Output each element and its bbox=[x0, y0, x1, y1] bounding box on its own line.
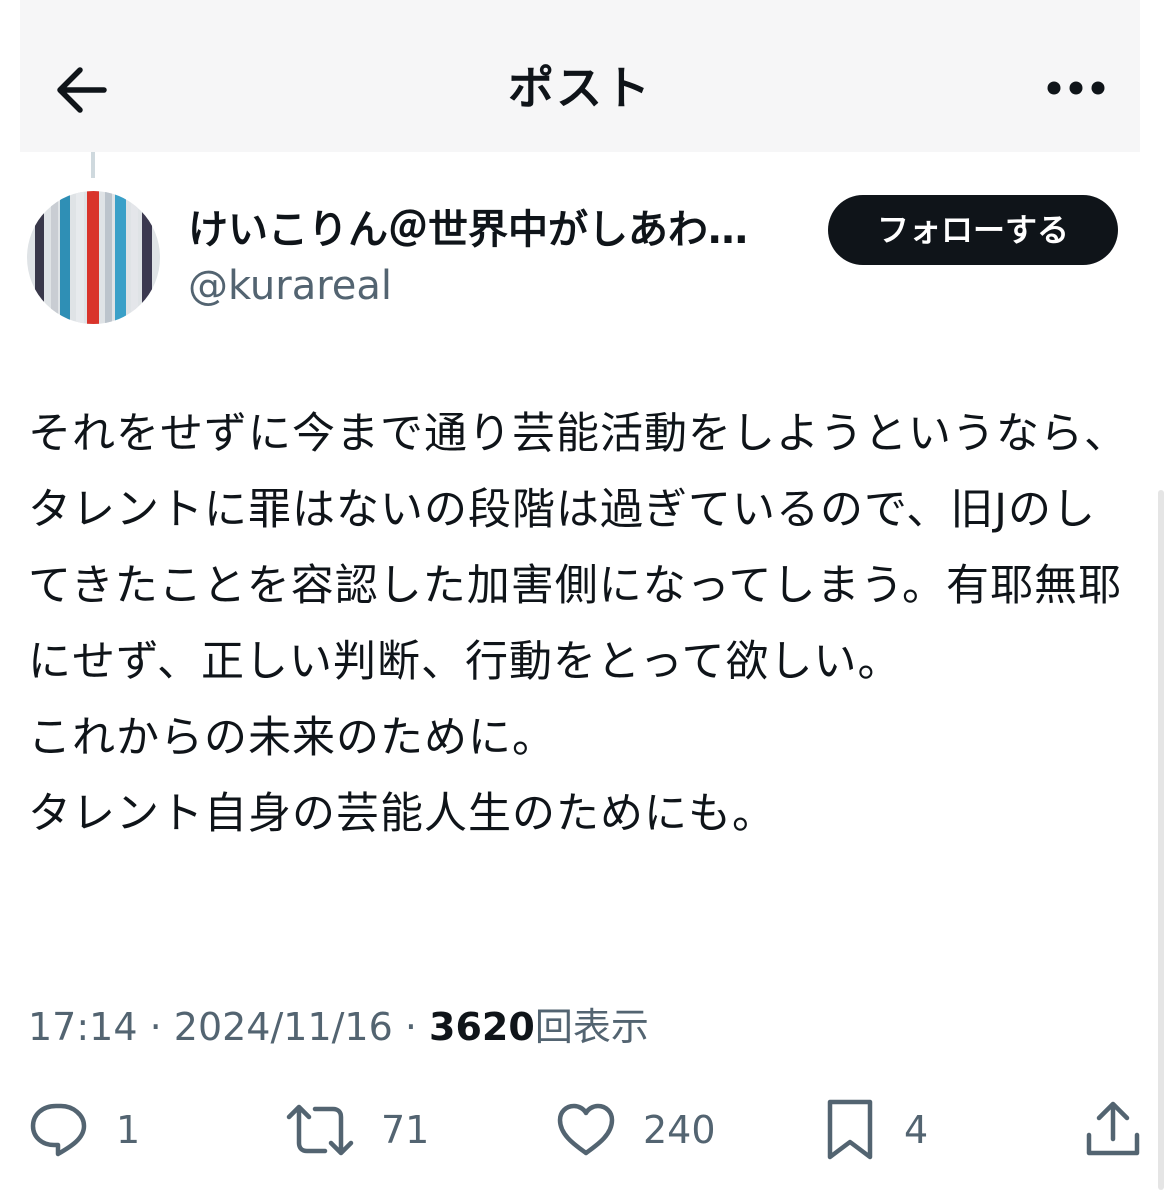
post-paragraph: これからの未来のために。 bbox=[28, 713, 556, 763]
bookmark-button[interactable]: 4 bbox=[822, 1090, 928, 1170]
action-bar: 1 71 240 4 bbox=[0, 1090, 1170, 1170]
page-title: ポスト bbox=[508, 61, 652, 115]
display-name[interactable]: けいこりん＠世界中がしあわ… bbox=[188, 200, 798, 260]
reply-icon bbox=[30, 1103, 87, 1157]
repost-count: 71 bbox=[381, 1108, 430, 1152]
meta-separator: · bbox=[392, 1005, 430, 1049]
reply-count: 1 bbox=[116, 1108, 141, 1152]
post-text: それをせずに今まで通り芸能活動をしようというなら、タレントに罪はないの段階は過ぎ… bbox=[28, 396, 1133, 852]
meta-separator: · bbox=[137, 1005, 174, 1049]
user-handle[interactable]: @kurareal bbox=[188, 258, 392, 314]
avatar[interactable] bbox=[27, 191, 160, 324]
post-time[interactable]: 17:14 bbox=[28, 1005, 138, 1049]
share-icon bbox=[1086, 1101, 1140, 1156]
more-horizontal-icon bbox=[1047, 81, 1105, 95]
post-paragraph: それをせずに今まで通り芸能活動をしようというなら、タレントに罪はないの段階は過ぎ… bbox=[28, 409, 1128, 687]
thread-connector-line bbox=[91, 152, 95, 178]
share-button[interactable] bbox=[1083, 1090, 1143, 1170]
scrollbar[interactable] bbox=[1158, 490, 1164, 1190]
repost-icon bbox=[286, 1104, 354, 1156]
post-date[interactable]: 2024/11/16 bbox=[174, 1005, 393, 1049]
view-count: 3620 bbox=[429, 1005, 535, 1049]
repost-button[interactable]: 71 bbox=[285, 1090, 429, 1170]
like-button[interactable]: 240 bbox=[555, 1090, 716, 1170]
bookmark-count: 4 bbox=[904, 1108, 929, 1152]
reply-button[interactable]: 1 bbox=[28, 1090, 140, 1170]
post-meta: 17:14 · 2024/11/16 · 3620回表示 bbox=[28, 998, 649, 1056]
follow-button[interactable]: フォローする bbox=[828, 195, 1118, 265]
view-count-label: 回表示 bbox=[534, 1005, 649, 1049]
heart-icon bbox=[557, 1103, 615, 1156]
post-paragraph: タレント自身の芸能人生のためにも。 bbox=[28, 789, 776, 839]
bookmark-icon bbox=[827, 1099, 873, 1160]
more-button[interactable] bbox=[1044, 64, 1108, 112]
like-count: 240 bbox=[643, 1108, 716, 1152]
header-bar: ポスト bbox=[20, 0, 1140, 152]
